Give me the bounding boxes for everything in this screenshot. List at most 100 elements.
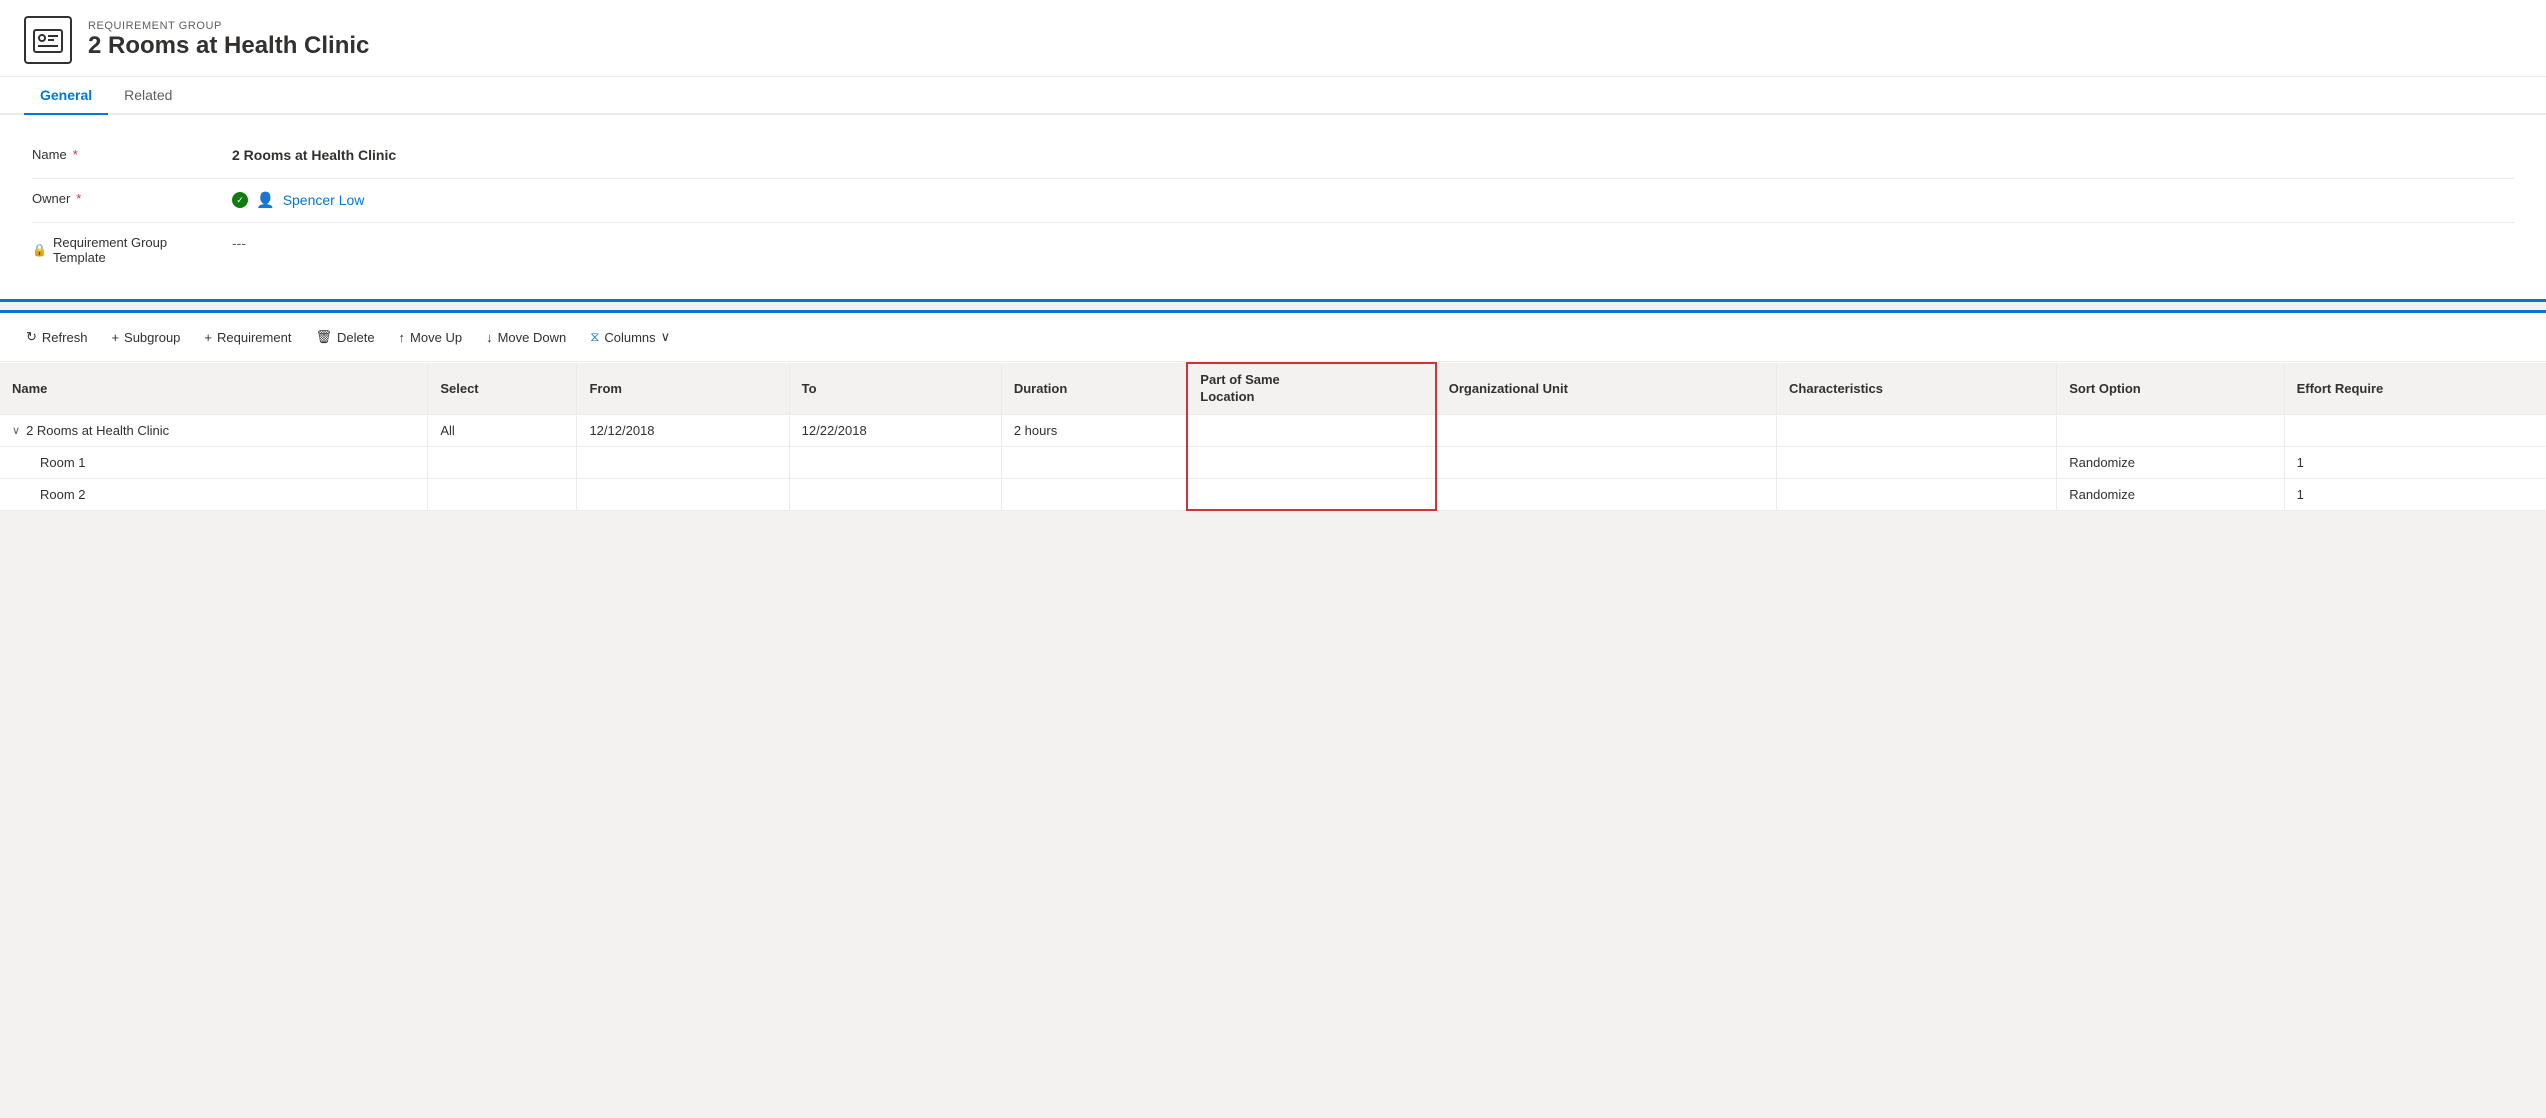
name-value: 2 Rooms at Health Clinic [232, 147, 396, 163]
col-header-from: From [577, 363, 789, 414]
move-up-button[interactable]: ↑ Move Up [389, 324, 473, 351]
owner-value: Spencer Low [283, 192, 365, 208]
move-up-label: Move Up [410, 330, 462, 345]
cell-room1-duration [1001, 446, 1187, 478]
room2-name-value: Room 2 [12, 487, 86, 502]
columns-chevron-icon: ∨ [661, 329, 671, 345]
move-down-button[interactable]: ↓ Move Down [476, 324, 576, 351]
cell-room2-name: Room 2 [0, 478, 428, 510]
cell-room2-effort-required: 1 [2284, 478, 2546, 510]
form-label-template: 🔒 Requirement GroupTemplate [32, 233, 232, 265]
table-wrapper: Name Select From To Duration Part of Sam… [0, 362, 2546, 511]
table-header-row: Name Select From To Duration Part of Sam… [0, 363, 2546, 414]
form-label-name: Name * [32, 145, 232, 162]
columns-button[interactable]: ⧖ Columns ∨ [580, 323, 680, 351]
cell-room2-from [577, 478, 789, 510]
cell-room1-sort-option: Randomize [2057, 446, 2284, 478]
cell-room1-to [789, 446, 1001, 478]
form-row-template: 🔒 Requirement GroupTemplate --- [32, 223, 2514, 275]
col-header-duration: Duration [1001, 363, 1187, 414]
form-row-owner: Owner * 👤 Spencer Low [32, 179, 2514, 223]
cell-group-duration: 2 hours [1001, 414, 1187, 446]
tabs-bar: General Related [0, 77, 2546, 115]
col-header-sort-option: Sort Option [2057, 363, 2284, 414]
header-icon [24, 16, 72, 64]
cell-room2-sort-option: Randomize [2057, 478, 2284, 510]
cell-room1-name: Room 1 [0, 446, 428, 478]
tab-related[interactable]: Related [108, 77, 188, 115]
cell-group-effort-required [2284, 414, 2546, 446]
form-label-owner: Owner * [32, 189, 232, 206]
cell-room2-select [428, 478, 577, 510]
cell-room1-effort-required: 1 [2284, 446, 2546, 478]
col-header-name: Name [0, 363, 428, 414]
cell-group-part-of-same [1187, 414, 1435, 446]
table-row[interactable]: ∨ 2 Rooms at Health Clinic All 12/12/201… [0, 414, 2546, 446]
cell-room1-part-of-same [1187, 446, 1435, 478]
cell-room2-duration [1001, 478, 1187, 510]
owner-label-text: Owner [32, 191, 70, 206]
col-header-characteristics: Characteristics [1777, 363, 2057, 414]
delete-label: Delete [337, 330, 375, 345]
delete-icon: 🗑 [315, 329, 332, 345]
cell-group-characteristics [1777, 414, 2057, 446]
chevron-down-icon: ∨ [12, 424, 20, 437]
header-title: 2 Rooms at Health Clinic [88, 32, 369, 60]
cell-room2-characteristics [1777, 478, 2057, 510]
header-subtitle: REQUIREMENT GROUP [88, 20, 369, 32]
refresh-button[interactable]: ↻ Refresh [16, 323, 97, 351]
form-value-name[interactable]: 2 Rooms at Health Clinic [232, 145, 2514, 163]
data-table: Name Select From To Duration Part of Sam… [0, 362, 2546, 511]
room1-name-value: Room 1 [12, 455, 86, 470]
form-row-name: Name * 2 Rooms at Health Clinic [32, 135, 2514, 179]
form-value-owner[interactable]: 👤 Spencer Low [232, 189, 2514, 209]
move-down-label: Move Down [498, 330, 567, 345]
tab-general[interactable]: General [24, 77, 108, 115]
cell-room1-select [428, 446, 577, 478]
form-section: Name * 2 Rooms at Health Clinic Owner * … [0, 115, 2546, 302]
requirement-button[interactable]: + Requirement [194, 324, 301, 351]
cell-group-from: 12/12/2018 [577, 414, 789, 446]
owner-status-dot [232, 192, 248, 208]
col-header-effort-required: Effort Require [2284, 363, 2546, 414]
name-required: * [73, 147, 78, 162]
cell-room2-org-unit [1436, 478, 1777, 510]
owner-required: * [76, 191, 81, 206]
cell-group-select: All [428, 414, 577, 446]
name-label-text: Name [32, 147, 67, 162]
cell-group-to: 12/22/2018 [789, 414, 1001, 446]
cell-group-name: ∨ 2 Rooms at Health Clinic [0, 414, 428, 446]
cell-room1-org-unit [1436, 446, 1777, 478]
cell-room1-from [577, 446, 789, 478]
page-header: REQUIREMENT GROUP 2 Rooms at Health Clin… [0, 0, 2546, 77]
subgroup-icon: + [111, 330, 119, 345]
move-up-icon: ↑ [399, 330, 406, 345]
cell-room2-to [789, 478, 1001, 510]
group-name-value: 2 Rooms at Health Clinic [26, 423, 169, 438]
form-value-template[interactable]: --- [232, 233, 2514, 251]
grid-toolbar: ↻ Refresh + Subgroup + Requirement 🗑 Del… [0, 313, 2546, 362]
col-header-part-of-same: Part of Same Location [1187, 363, 1435, 414]
template-label-text: Requirement GroupTemplate [53, 235, 167, 265]
requirement-add-icon: + [204, 330, 212, 345]
template-value: --- [232, 235, 246, 251]
header-text: REQUIREMENT GROUP 2 Rooms at Health Clin… [88, 20, 369, 60]
cell-group-org-unit [1436, 414, 1777, 446]
columns-filter-icon: ⧖ [590, 329, 599, 345]
col-header-to: To [789, 363, 1001, 414]
delete-button[interactable]: 🗑 Delete [305, 323, 384, 351]
refresh-label: Refresh [42, 330, 88, 345]
cell-room2-part-of-same [1187, 478, 1435, 510]
table-row[interactable]: Room 1 Randomize 1 [0, 446, 2546, 478]
table-row[interactable]: Room 2 Randomize 1 [0, 478, 2546, 510]
person-icon: 👤 [256, 191, 275, 209]
cell-group-sort-option [2057, 414, 2284, 446]
move-down-icon: ↓ [486, 330, 493, 345]
refresh-icon: ↻ [26, 329, 37, 345]
requirement-label: Requirement [217, 330, 291, 345]
col-header-org-unit: Organizational Unit [1436, 363, 1777, 414]
subgroup-button[interactable]: + Subgroup [101, 324, 190, 351]
columns-label: Columns [604, 330, 655, 345]
col-header-select: Select [428, 363, 577, 414]
grid-section: ↻ Refresh + Subgroup + Requirement 🗑 Del… [0, 310, 2546, 511]
